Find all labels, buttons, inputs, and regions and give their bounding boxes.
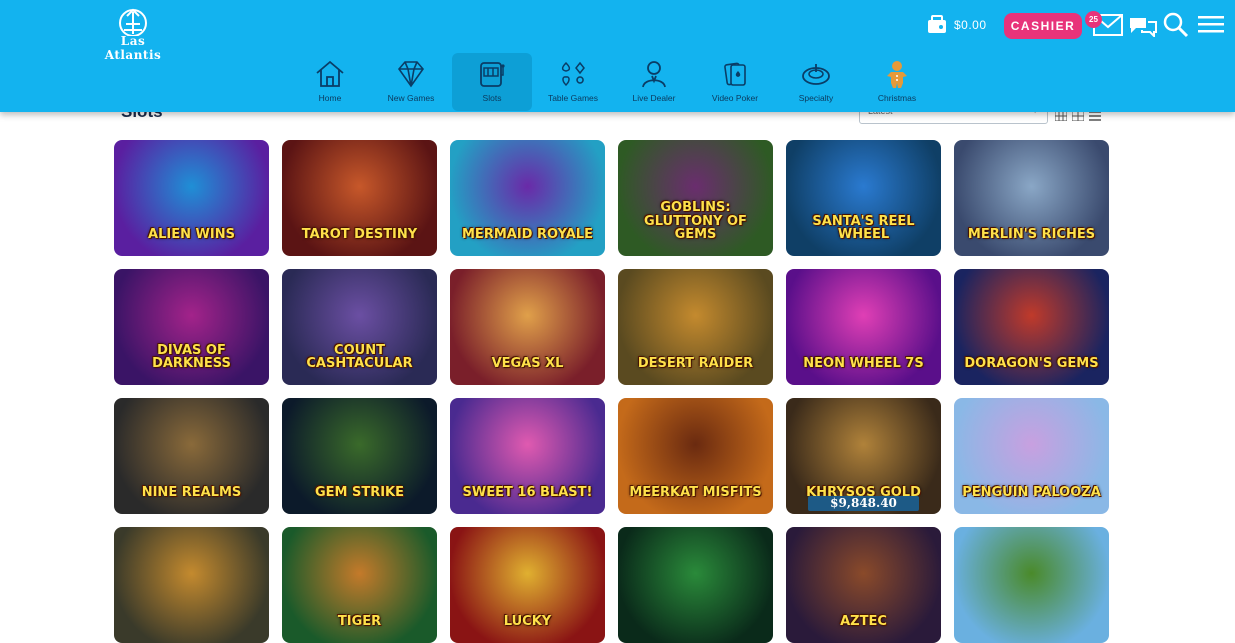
nav-label: Table Games xyxy=(547,93,599,103)
game-title: Desert Raider xyxy=(637,356,754,372)
game-tile[interactable]: Desert Raider xyxy=(618,269,773,385)
game-tile[interactable]: Mermaid Royale xyxy=(450,140,605,256)
nav-item-slots[interactable]: Slots xyxy=(452,53,532,111)
game-title: Divas of Darkness xyxy=(152,342,231,372)
game-title: Count Cashtacular xyxy=(306,342,413,372)
nav-label: New Games xyxy=(387,93,435,103)
game-tile[interactable]: Merlin's Riches xyxy=(954,140,1109,256)
game-title: Tiger xyxy=(337,614,382,630)
game-title: Meerkat Misfits xyxy=(629,485,762,501)
cashier-button[interactable]: CASHIER xyxy=(1004,13,1082,39)
slot-machine-icon xyxy=(480,62,505,87)
nav-item-christmas[interactable]: Christmas xyxy=(857,53,937,111)
cards-icon xyxy=(724,62,746,86)
game-tile[interactable]: Tarot Destiny xyxy=(282,140,437,256)
balance-amount: $0.00 xyxy=(954,18,987,32)
game-thumbnail xyxy=(954,527,1109,643)
game-title: Tarot Destiny xyxy=(301,227,418,243)
game-tile[interactable]: Count Cashtacular xyxy=(282,269,437,385)
nav-item-new-games[interactable]: New Games xyxy=(371,53,451,111)
wallet-icon xyxy=(928,15,946,33)
nav-label: Slots xyxy=(482,93,502,103)
game-title: Goblins: Gluttony of Gems xyxy=(644,200,747,243)
chat-icon xyxy=(1130,18,1157,39)
jackpot-amount: $9,848.40 xyxy=(808,496,919,511)
game-title: Santa's Reel Wheel xyxy=(812,213,915,243)
game-tile[interactable]: Neon Wheel 7s xyxy=(786,269,941,385)
game-title: Nine Realms xyxy=(141,485,242,501)
game-tile[interactable]: Santa's Reel Wheel xyxy=(786,140,941,256)
game-title: Mermaid Royale xyxy=(462,227,593,243)
dealer-icon xyxy=(642,61,666,88)
game-title: Sweet 16 Blast! xyxy=(462,485,593,501)
nav-item-home[interactable]: Home xyxy=(290,53,370,111)
game-title: Alien Wins xyxy=(148,227,235,243)
diamond-icon xyxy=(397,61,425,88)
wallet[interactable]: $0.00 xyxy=(926,14,987,36)
game-grid: Alien Wins Tarot Destiny Mermaid Royale Gob… xyxy=(114,140,1114,643)
nav-item-specialty[interactable]: Specialty xyxy=(776,53,856,111)
nav-label: Live Dealer xyxy=(632,93,676,103)
logo-text: Las Atlantis xyxy=(104,34,162,62)
nav-label: Specialty xyxy=(798,93,834,103)
mail-count-badge: 25 xyxy=(1085,11,1102,28)
game-tile[interactable]: Sweet 16 Blast! xyxy=(450,398,605,514)
category-nav: Home New Games Slots Table Games Live De… xyxy=(290,53,938,111)
search-button[interactable] xyxy=(1163,12,1189,43)
game-title: Merlin's Riches xyxy=(967,227,1096,243)
game-title: Lucky xyxy=(503,614,552,630)
game-tile[interactable]: Alien Wins xyxy=(114,140,269,256)
game-tile[interactable] xyxy=(114,527,269,643)
nav-item-table-games[interactable]: Table Games xyxy=(533,53,613,111)
game-tile[interactable]: Goblins: Gluttony of Gems xyxy=(618,140,773,256)
nav-label: Video Poker xyxy=(711,93,759,103)
game-tile[interactable]: Lucky xyxy=(450,527,605,643)
gingerbread-icon xyxy=(887,61,907,88)
logo-emblem-icon xyxy=(119,8,147,36)
game-tile[interactable]: Nine Realms xyxy=(114,398,269,514)
game-title: Penguin Palooza xyxy=(962,485,1101,501)
nav-item-video-poker[interactable]: Video Poker xyxy=(695,53,775,111)
site-logo[interactable]: Las Atlantis xyxy=(96,6,170,62)
game-tile[interactable]: Khrysos Gold $9,848.40 xyxy=(786,398,941,514)
game-tile[interactable]: Doragon's Gems xyxy=(954,269,1109,385)
game-tile[interactable]: Aztec xyxy=(786,527,941,643)
home-icon xyxy=(316,60,344,87)
nav-label: Home xyxy=(318,93,342,103)
game-title: Vegas XL xyxy=(491,356,564,372)
game-tile[interactable]: Penguin Palooza xyxy=(954,398,1109,514)
game-title: Doragon's Gems xyxy=(964,356,1099,372)
search-icon xyxy=(1163,12,1189,38)
menu-icon xyxy=(1198,16,1224,33)
game-tile[interactable] xyxy=(954,527,1109,643)
top-header: Las Atlantis $0.00 CASHIER 25 Home New G… xyxy=(0,0,1235,112)
game-tile[interactable]: Tiger xyxy=(282,527,437,643)
card-suits-icon xyxy=(561,61,585,87)
roulette-icon xyxy=(802,64,830,85)
game-tile[interactable]: Vegas XL xyxy=(450,269,605,385)
game-tile[interactable] xyxy=(618,527,773,643)
game-title: Neon Wheel 7s xyxy=(803,356,924,372)
game-title: Aztec xyxy=(840,614,887,630)
game-thumbnail xyxy=(114,527,269,643)
game-tile[interactable]: Gem Strike xyxy=(282,398,437,514)
game-tile[interactable]: Divas of Darkness xyxy=(114,269,269,385)
nav-label: Christmas xyxy=(877,93,917,103)
game-thumbnail xyxy=(618,527,773,643)
nav-item-live-dealer[interactable]: Live Dealer xyxy=(614,53,694,111)
game-tile[interactable]: Meerkat Misfits xyxy=(618,398,773,514)
chat-button[interactable] xyxy=(1129,15,1157,42)
game-title: Gem Strike xyxy=(314,485,405,501)
menu-button[interactable] xyxy=(1198,16,1224,41)
